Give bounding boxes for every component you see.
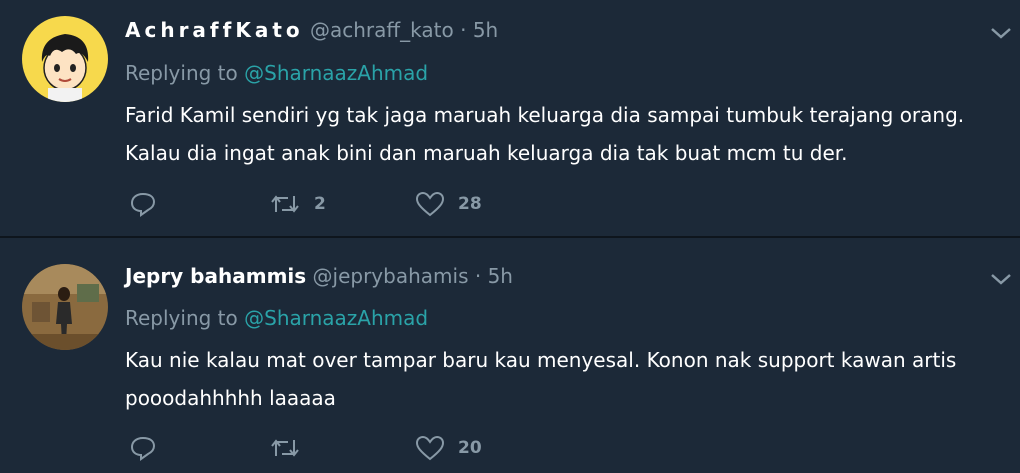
separator: · — [474, 264, 482, 288]
retweet-button[interactable] — [268, 434, 314, 462]
display-name[interactable]: Jepry bahammis — [125, 264, 306, 288]
cartoon-boy-avatar-icon — [22, 16, 108, 102]
timestamp[interactable]: 5h — [473, 18, 498, 42]
replying-prefix: Replying to — [125, 61, 238, 85]
like-icon — [415, 191, 445, 217]
chevron-down-icon[interactable] — [988, 270, 1014, 288]
tweet-header: AchraffKato @achraff_kato · 5h — [125, 18, 498, 42]
replying-prefix: Replying to — [125, 306, 238, 330]
handle[interactable]: @jeprybahamis — [313, 264, 469, 288]
avatar[interactable] — [22, 264, 108, 350]
reply-button[interactable] — [128, 434, 158, 462]
tweet-text: Kau nie kalau mat over tampar baru kau m… — [125, 348, 957, 410]
replying-to: Replying to @SharnaazAhmad — [125, 306, 428, 330]
handle[interactable]: @achraff_kato — [310, 18, 454, 42]
replying-to-link[interactable]: @SharnaazAhmad — [244, 61, 428, 85]
tweet-header: Jepry bahammis @jeprybahamis · 5h — [125, 264, 513, 288]
replying-to-link[interactable]: @SharnaazAhmad — [244, 306, 428, 330]
separator: · — [460, 18, 467, 42]
like-count: 20 — [458, 438, 482, 458]
retweet-button[interactable]: 2 — [268, 190, 326, 218]
reply-icon — [130, 192, 156, 217]
retweet-count: 2 — [314, 194, 326, 214]
chevron-down-icon[interactable] — [988, 24, 1014, 42]
timestamp[interactable]: 5h — [488, 264, 513, 288]
display-name[interactable]: AchraffKato — [125, 18, 304, 42]
replying-to: Replying to @SharnaazAhmad — [125, 61, 428, 85]
like-button[interactable]: 28 — [414, 190, 482, 218]
retweet-icon — [271, 439, 299, 457]
reply-button[interactable] — [128, 190, 158, 218]
retweet-icon — [271, 195, 299, 213]
person-photo-avatar-icon — [22, 264, 108, 350]
tweet[interactable]: AchraffKato @achraff_kato · 5h Replying … — [0, 0, 1020, 236]
avatar[interactable] — [22, 16, 108, 102]
like-button[interactable]: 20 — [414, 434, 482, 462]
like-icon — [415, 435, 445, 461]
tweet[interactable]: Jepry bahammis @jeprybahamis · 5h Replyi… — [0, 236, 1020, 472]
tweet-text: Farid Kamil sendiri yg tak jaga maruah k… — [125, 103, 965, 165]
like-count: 28 — [458, 194, 482, 214]
reply-icon — [130, 436, 156, 461]
